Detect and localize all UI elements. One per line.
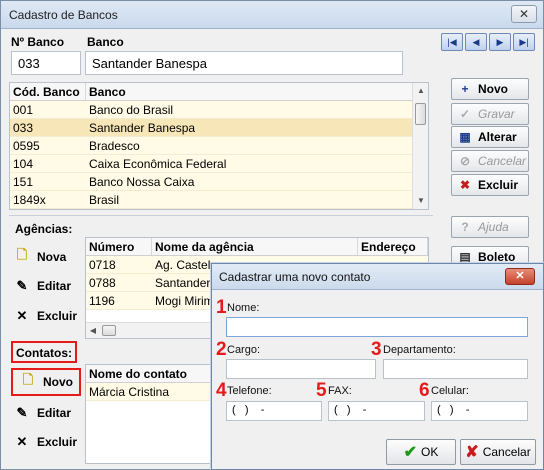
delete-icon: ✕ (16, 308, 28, 323)
plus-icon: + (461, 82, 469, 96)
cell-numero: 0718 (89, 258, 116, 272)
departamento-field[interactable] (383, 359, 528, 379)
editar-contato-button[interactable]: ✎ Editar (13, 401, 83, 425)
delete-icon: ✕ (16, 434, 28, 449)
dialog-title: Cadastrar uma novo contato (219, 270, 371, 284)
window-titlebar: Cadastro de Bancos ✕ (1, 1, 543, 29)
marker-6: 6 (419, 380, 430, 401)
bank-name-label: Banco (87, 35, 124, 49)
fax-field[interactable]: ( ) - (328, 401, 425, 421)
contatos-label: Contatos: (16, 346, 72, 360)
banks-table-scrollbar[interactable]: ▲ ▼ (412, 83, 428, 209)
novo-button[interactable]: + Novo (451, 78, 529, 100)
ajuda-button[interactable]: ? Ajuda (451, 216, 529, 238)
cell-code: 0595 (13, 139, 40, 153)
first-record-icon[interactable]: |◀ (441, 33, 463, 51)
cell-numero: 0788 (89, 276, 116, 290)
column-header-code[interactable]: Cód. Banco (10, 83, 86, 100)
excluir-contato-button[interactable]: ✕ Excluir (13, 430, 83, 454)
novo-contato-button[interactable]: 🗋 Novo (19, 370, 89, 394)
alterar-button[interactable]: ▦ Alterar (451, 126, 529, 148)
boleto-icon: ▤ (459, 250, 471, 264)
editar-agencia-button[interactable]: ✎ Editar (13, 274, 83, 298)
nome-field[interactable] (226, 317, 528, 337)
dialog-close-icon[interactable]: ✕ (505, 268, 535, 285)
departamento-label: Departamento: (383, 344, 456, 356)
marker-3: 3 (371, 339, 382, 360)
cell-bank: Caixa Econômica Federal (89, 157, 227, 171)
column-header-nome-agencia[interactable]: Nome da agência (152, 238, 358, 255)
cell-code: 033 (13, 121, 34, 135)
ok-button[interactable]: ✔ OK (386, 439, 456, 465)
cancel-x-icon: ✘ (465, 444, 479, 461)
marker-4: 4 (216, 380, 227, 401)
help-icon: ? (461, 220, 469, 234)
new-document-icon: 🗋 (16, 247, 28, 262)
marker-1: 1 (216, 297, 227, 318)
cell-code: 151 (13, 175, 34, 189)
edit-table-icon: ▦ (459, 130, 471, 144)
agencias-label: Agências: (15, 222, 73, 236)
scroll-left-icon[interactable]: ◀ (86, 323, 100, 338)
record-navigator: |◀ ◀ ▶ ▶| (441, 33, 537, 55)
next-record-icon[interactable]: ▶ (489, 33, 511, 51)
delete-icon: ✖ (459, 178, 471, 192)
cancel-icon: ⊘ (459, 154, 471, 168)
cell-bank: Banco do Brasil (89, 103, 174, 117)
scroll-down-icon[interactable]: ▼ (413, 193, 428, 209)
table-row[interactable]: 033 Santander Banespa (10, 119, 414, 137)
bank-name-field[interactable]: Santander Banespa (85, 51, 403, 75)
cell-numero: 1196 (89, 294, 115, 308)
bank-number-field[interactable]: 033 (11, 51, 81, 75)
window-close-icon[interactable]: ✕ (511, 5, 537, 23)
cancelar-button[interactable]: ⊘ Cancelar (451, 150, 529, 172)
table-row[interactable]: 001 Banco do Brasil (10, 101, 414, 119)
gravar-button[interactable]: ✓ Gravar (451, 103, 529, 125)
column-header-endereco[interactable]: Endereço (358, 238, 428, 255)
cargo-label: Cargo: (227, 344, 261, 356)
cell-bank: Brasil (89, 193, 120, 207)
bank-number-label: Nº Banco (11, 35, 65, 49)
section-divider (9, 215, 433, 216)
cell-bank: Santander Banespa (89, 121, 196, 135)
hscroll-thumb[interactable] (102, 325, 116, 336)
celular-label: Celular: (431, 385, 469, 397)
table-row[interactable]: 0595 Bradesco (10, 137, 414, 155)
table-row[interactable]: 104 Caixa Econômica Federal (10, 155, 414, 173)
nome-label: Nome: (227, 302, 260, 314)
dialog-titlebar: Cadastrar uma novo contato ✕ (212, 264, 543, 290)
telefone-label: Telefone: (227, 385, 272, 397)
cell-code: 001 (13, 103, 34, 117)
cancelar-dialog-button[interactable]: ✘ Cancelar (460, 439, 536, 465)
excluir-button[interactable]: ✖ Excluir (451, 174, 529, 196)
marker-5: 5 (316, 380, 327, 401)
last-record-icon[interactable]: ▶| (513, 33, 535, 51)
check-icon: ✔ (403, 444, 418, 461)
window-title: Cadastro de Bancos (9, 8, 118, 22)
telefone-field[interactable]: ( ) - (226, 401, 322, 421)
edit-icon: ✎ (16, 405, 28, 420)
table-row[interactable]: 151 Banco Nossa Caixa (10, 173, 414, 191)
excluir-agencia-button[interactable]: ✕ Excluir (13, 304, 83, 328)
check-icon: ✓ (459, 107, 471, 121)
table-row[interactable]: 1849x Brasil (10, 191, 414, 209)
cell-bank: Banco Nossa Caixa (89, 175, 195, 189)
nova-agencia-button[interactable]: 🗋 Nova (13, 245, 83, 269)
new-document-icon: 🗋 (22, 372, 34, 387)
cell-code: 104 (13, 157, 34, 171)
fax-label: FAX: (328, 385, 352, 397)
scroll-up-icon[interactable]: ▲ (413, 83, 428, 99)
cell-bank: Bradesco (89, 139, 140, 153)
new-contact-dialog: Cadastrar uma novo contato ✕ 1 Nome: 2 C… (211, 263, 544, 470)
marker-2: 2 (216, 339, 227, 360)
scroll-thumb[interactable] (415, 103, 426, 125)
prev-record-icon[interactable]: ◀ (465, 33, 487, 51)
column-header-numero[interactable]: Número (86, 238, 152, 255)
cell-code: 1849x (13, 193, 46, 207)
cargo-field[interactable] (226, 359, 376, 379)
banks-table[interactable]: Cód. Banco Banco 001 Banco do Brasil 033 Sa… (9, 82, 429, 210)
edit-icon: ✎ (16, 278, 28, 293)
celular-field[interactable]: ( ) - (431, 401, 528, 421)
column-header-bank[interactable]: Banco (86, 83, 414, 100)
